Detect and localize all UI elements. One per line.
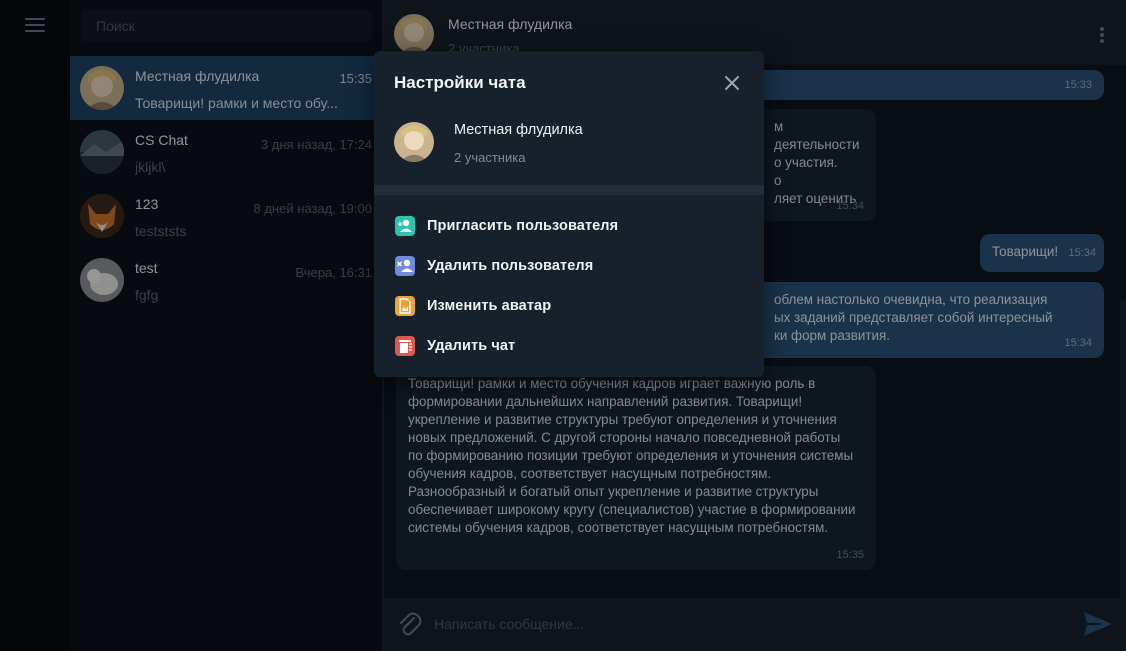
- add-user-icon: [395, 216, 415, 236]
- remove-user-button[interactable]: Удалить пользователя: [374, 246, 764, 286]
- modal-title: Настройки чата: [394, 73, 526, 92]
- delete-chat-button[interactable]: Удалить чат: [374, 326, 764, 366]
- image-file-icon: [395, 296, 415, 316]
- action-label: Удалить пользователя: [427, 258, 594, 274]
- change-avatar-button[interactable]: Изменить аватар: [374, 286, 764, 326]
- avatar: [394, 122, 434, 162]
- remove-user-icon: [395, 256, 415, 276]
- invite-user-button[interactable]: Пригласить пользователя: [374, 206, 764, 246]
- modal-chat-name: Местная флудилка: [454, 122, 583, 138]
- modal-member-count: 2 участника: [454, 150, 526, 165]
- section-divider: [374, 185, 764, 195]
- trash-icon: [395, 336, 415, 356]
- action-label: Пригласить пользователя: [427, 218, 619, 234]
- close-icon[interactable]: [724, 75, 740, 91]
- action-label: Удалить чат: [427, 338, 516, 354]
- action-label: Изменить аватар: [427, 298, 552, 314]
- chat-settings-modal: Настройки чата Местная флудилка 2 участн…: [374, 51, 764, 377]
